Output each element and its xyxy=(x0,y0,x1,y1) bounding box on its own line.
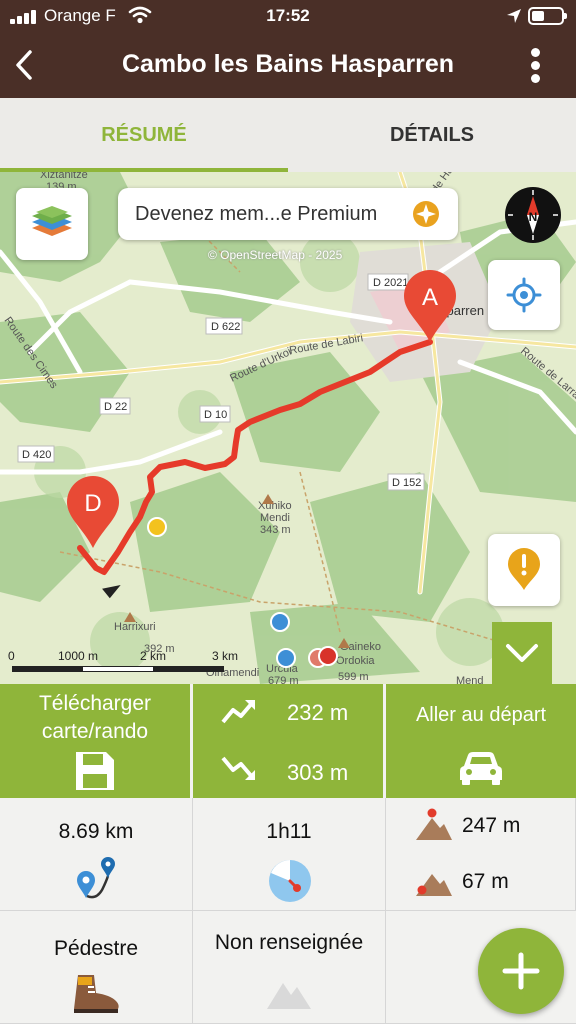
go-to-start-button[interactable]: Aller au départ xyxy=(386,684,576,798)
layers-icon xyxy=(32,206,72,236)
road-label-d152: D 152 xyxy=(392,477,421,489)
save-icon xyxy=(76,752,114,790)
altitude-max: 247 m xyxy=(414,806,564,846)
hiking-boot-icon xyxy=(74,975,119,1013)
distance-value: 8.69 km xyxy=(58,820,134,843)
tab-details[interactable]: DÉTAILS xyxy=(288,98,576,172)
add-fab-button[interactable] xyxy=(478,928,564,1014)
stat-altitude: 247 m 67 m xyxy=(386,798,576,911)
car-icon xyxy=(460,752,502,785)
road-label-d2021: D 2021 xyxy=(373,277,408,289)
plus-icon xyxy=(502,952,540,990)
elevation-loss-value: 303 m xyxy=(287,760,349,785)
road-label-d22: D 22 xyxy=(104,401,127,413)
compass-icon[interactable]: N xyxy=(504,186,562,244)
map-scale: 0 1000 m 2 km 3 km xyxy=(8,648,248,678)
elevation-up-icon xyxy=(221,700,255,724)
activity-value: Pédestre xyxy=(53,937,139,960)
place-urcuia-alt: 679 m xyxy=(268,675,299,684)
elevation-summary: 232 m 303 m xyxy=(193,684,383,798)
scale-label-3km: 3 km xyxy=(212,649,238,663)
back-button[interactable] xyxy=(10,48,42,82)
mountain-peak-high-icon xyxy=(416,808,452,840)
tab-summary[interactable]: RÉSUMÉ xyxy=(0,98,288,172)
tab-bar: RÉSUMÉ DÉTAILS xyxy=(0,98,576,172)
road-label-d420: D 420 xyxy=(22,449,51,461)
place-ordokia-alt: 599 m xyxy=(338,671,369,683)
elevation-down-icon xyxy=(221,756,255,780)
stat-difficulty: Non renseignée xyxy=(193,911,386,1024)
svg-text:N: N xyxy=(529,210,538,224)
place-xuhiko: Xuhiko xyxy=(258,500,292,512)
difficulty-value: Non renseignée xyxy=(214,931,364,954)
go-to-start-label: Aller au départ xyxy=(415,704,547,726)
elevation-gain-value: 232 m xyxy=(287,700,349,725)
place-harrixuri: Harrixuri xyxy=(114,621,156,633)
mountain-icon xyxy=(267,983,311,1009)
scale-label-2km: 2 km xyxy=(140,649,166,663)
report-alert-button[interactable] xyxy=(488,534,560,606)
elevation-loss: 303 m xyxy=(221,754,371,790)
road-label-d10: D 10 xyxy=(204,409,227,421)
stat-activity: Pédestre xyxy=(0,911,193,1024)
elevation-gain: 232 m xyxy=(221,694,371,730)
map-layers-button[interactable] xyxy=(16,188,88,260)
map-attribution: © OpenStreetMap - 2025 xyxy=(208,248,343,262)
duration-value: 1h11 xyxy=(266,820,312,843)
distance-icon xyxy=(77,857,115,899)
download-map-button[interactable]: Télécharger carte/rando xyxy=(0,684,190,798)
top-bar: Orange F 17:52 Cambo les Bains Hasparren xyxy=(0,0,576,98)
scale-label-1000m: 1000 m xyxy=(58,649,98,663)
altitude-min: 67 m xyxy=(414,862,564,902)
altitude-min-value: 67 m xyxy=(462,870,509,893)
premium-star-icon xyxy=(413,201,439,227)
location-arrow-icon xyxy=(507,9,521,23)
clock-icon xyxy=(269,860,311,902)
battery-icon xyxy=(528,7,567,25)
start-marker-label: A xyxy=(422,284,438,311)
scale-label-0: 0 xyxy=(8,649,15,663)
page-title: Cambo les Bains Hasparren xyxy=(121,50,455,78)
more-options-button[interactable] xyxy=(524,46,548,84)
place-mendi: Mendi xyxy=(260,512,290,524)
chevron-down-icon xyxy=(506,644,538,662)
clock: 17:52 xyxy=(266,6,310,25)
locate-me-button[interactable] xyxy=(488,260,560,330)
status-bar: Orange F 17:52 xyxy=(0,0,576,32)
collapse-map-button[interactable] xyxy=(492,622,552,684)
map-view[interactable]: D 2021 D 622 D 22 D 10 D 420 D 152 Xizta… xyxy=(0,172,576,684)
mountain-peak-low-icon xyxy=(416,874,452,896)
download-label: Télécharger carte/rando xyxy=(38,692,152,743)
road-label-d622: D 622 xyxy=(211,321,240,333)
place-xiztanitze: Xiztanitze xyxy=(40,172,88,181)
stat-duration: 1h11 xyxy=(193,798,386,911)
place-xuhiko-alt: 343 m xyxy=(260,524,291,536)
premium-banner-text: Devenez mem...e Premium xyxy=(135,202,378,225)
stat-distance: 8.69 km xyxy=(0,798,193,911)
place-ordokia: Ordokia xyxy=(336,655,375,667)
action-row: Télécharger carte/rando 232 m 303 m Alle… xyxy=(0,684,576,798)
place-mend: Mend xyxy=(456,675,484,684)
crosshair-icon xyxy=(506,277,542,313)
premium-banner[interactable]: Devenez mem...e Premium xyxy=(118,188,458,240)
altitude-max-value: 247 m xyxy=(462,814,521,837)
end-marker-label: D xyxy=(84,490,101,517)
alert-pin-icon xyxy=(508,548,540,590)
